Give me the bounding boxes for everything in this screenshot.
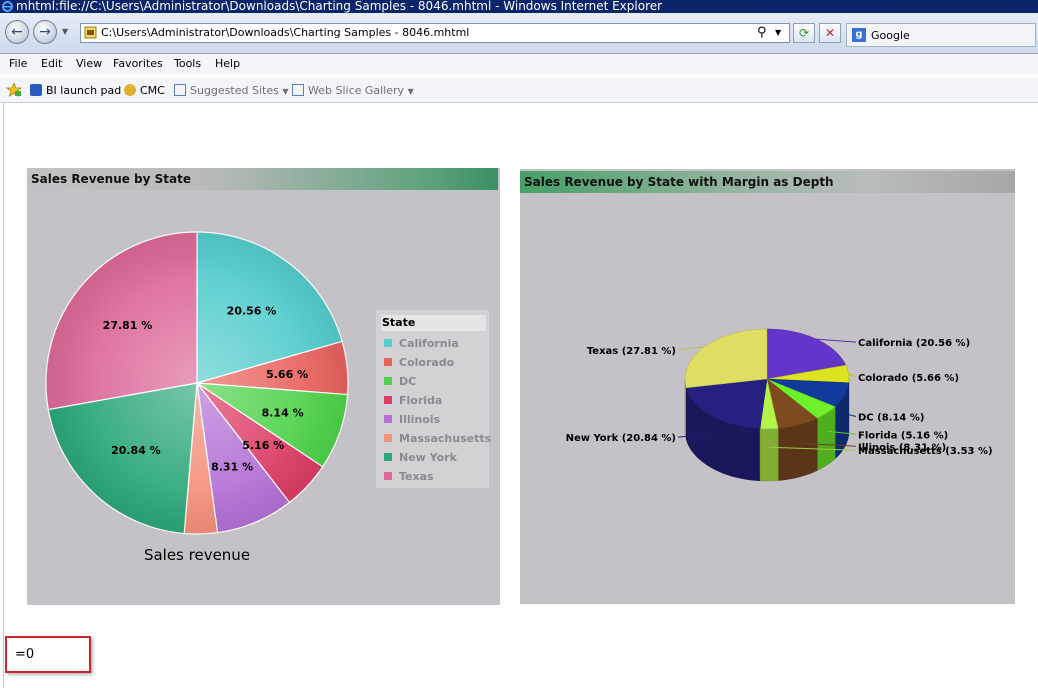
- search-provider: Google: [871, 29, 910, 42]
- pie-chart-3d: California (20.56 %) Colorado (5.66 %) DC …: [566, 328, 993, 482]
- leader-line: [677, 346, 705, 351]
- legend-label: Massachusetts: [399, 432, 492, 445]
- legend-swatch: [384, 358, 392, 366]
- refresh-icon: ⟳: [798, 26, 810, 40]
- back-button[interactable]: ←: [5, 20, 29, 44]
- menu-bar: File Edit View Favorites Tools Help: [0, 54, 1038, 74]
- search-icon[interactable]: ⚲: [757, 25, 767, 40]
- legend-item-new-york[interactable]: New York: [384, 451, 457, 464]
- legend-label: Texas: [399, 470, 434, 483]
- history-dropdown-icon[interactable]: ▼: [62, 27, 68, 36]
- data-label-florida: 5.16 %: [242, 439, 284, 452]
- chart-legend: State California Colorado DC Florida Illinoi…: [376, 310, 491, 488]
- data-label-california: California (20.56 %): [858, 338, 970, 349]
- bi-launch-pad-icon: [30, 84, 42, 96]
- legend-item-illinois[interactable]: Illinois: [384, 413, 440, 426]
- address-dropdown-icon[interactable]: ▼: [775, 28, 781, 37]
- ie-page-icon: [292, 84, 304, 96]
- legend-swatch: [384, 472, 392, 480]
- data-label-new-york: New York (20.84 %): [566, 433, 676, 444]
- legend-title: State: [381, 315, 486, 331]
- stop-button[interactable]: ✕: [819, 23, 841, 43]
- favorite-suggested-sites[interactable]: Suggested Sites ▼: [174, 84, 288, 97]
- address-bar[interactable]: C:\Users\Administrator\Downloads\Chartin…: [80, 23, 790, 43]
- data-label-texas: Texas (27.81 %): [587, 346, 676, 357]
- ie-logo-icon: [2, 1, 13, 12]
- data-label-texas: 27.81 %: [103, 319, 153, 332]
- legend-label: DC: [399, 375, 417, 388]
- legend-label: New York: [399, 451, 457, 464]
- menu-help[interactable]: Help: [215, 57, 240, 70]
- legend-label: Florida: [399, 394, 443, 407]
- menu-edit[interactable]: Edit: [41, 57, 62, 70]
- legend-label: Illinois: [399, 413, 441, 426]
- legend-item-massachusetts[interactable]: Massachusetts: [384, 432, 491, 445]
- data-label-illinois: 8.31 %: [211, 461, 253, 474]
- leader-line: [816, 338, 857, 343]
- window-title-bar: mhtml:file://C:\Users\Administrator\Down…: [0, 0, 1038, 13]
- formula-cell[interactable]: =0: [5, 636, 91, 673]
- google-icon: g: [852, 28, 866, 42]
- legend-item-texas[interactable]: Texas: [384, 470, 434, 483]
- page-icon: [84, 26, 97, 39]
- legend-item-florida[interactable]: Florida: [384, 394, 442, 407]
- back-arrow-icon: ←: [11, 24, 23, 40]
- legend-label: California: [399, 337, 459, 350]
- legend-swatch: [384, 415, 392, 423]
- stop-icon: ✕: [824, 26, 836, 40]
- menu-favorites[interactable]: Favorites: [113, 57, 163, 70]
- legend-item-california[interactable]: California: [384, 337, 459, 350]
- pie-side-massachusetts[interactable]: [759, 428, 779, 482]
- favorites-star-icon[interactable]: [5, 81, 23, 97]
- search-box[interactable]: g Google: [846, 23, 1036, 47]
- page-divider: [3, 103, 4, 688]
- favorite-web-slice-gallery[interactable]: Web Slice Gallery ▼: [292, 84, 414, 97]
- legend-swatch: [384, 396, 392, 404]
- ie-page-icon: [174, 84, 186, 96]
- chevron-down-icon: ▼: [282, 87, 289, 96]
- data-label-florida: Florida (5.16 %): [858, 430, 948, 441]
- favorites-bar: BI launch pad CMC Suggested Sites ▼ Web …: [0, 78, 1038, 103]
- chevron-down-icon: ▼: [407, 87, 414, 96]
- formula-value: =0: [15, 647, 35, 662]
- favorite-bi-launch-pad[interactable]: BI launch pad: [30, 84, 121, 97]
- cmc-icon: [124, 84, 136, 96]
- data-label-new-york: 20.84 %: [111, 444, 161, 457]
- legend-swatch: [384, 453, 392, 461]
- leader-line: [848, 373, 857, 378]
- legend-swatch: [384, 339, 392, 347]
- forward-button[interactable]: →: [33, 20, 57, 44]
- menu-tools[interactable]: Tools: [174, 57, 201, 70]
- data-label-massachusetts: Massachusetts (3.53 %): [858, 446, 993, 457]
- favorite-cmc[interactable]: CMC: [124, 84, 165, 97]
- legend-swatch: [384, 377, 392, 385]
- legend-item-colorado[interactable]: Colorado: [384, 356, 454, 369]
- legend-label: Colorado: [399, 356, 455, 369]
- sales-revenue-margin-depth-chart: Sales Revenue by State with Margin as De…: [520, 169, 1015, 604]
- sales-revenue-by-state-chart: Sales Revenue by State 20.56 % 5.66 % 8.14…: [27, 168, 500, 605]
- refresh-button[interactable]: ⟳: [793, 23, 815, 43]
- data-label-dc: DC (8.14 %): [858, 413, 924, 424]
- legend-swatch: [384, 434, 392, 442]
- data-label-dc: 8.14 %: [262, 407, 304, 420]
- window-title: mhtml:file://C:\Users\Administrator\Down…: [16, 0, 663, 13]
- navigation-bar: ← → ▼ C:\Users\Administrator\Downloads\C…: [0, 13, 1038, 54]
- x-axis-label: Sales revenue: [144, 546, 250, 564]
- data-label-colorado: Colorado (5.66 %): [858, 373, 959, 384]
- address-url: C:\Users\Administrator\Downloads\Chartin…: [101, 26, 470, 39]
- forward-arrow-icon: →: [39, 24, 51, 40]
- data-label-colorado: 5.66 %: [266, 368, 308, 381]
- pie-slice-texas[interactable]: [684, 328, 768, 389]
- menu-file[interactable]: File: [9, 57, 27, 70]
- legend-item-dc[interactable]: DC: [384, 375, 416, 388]
- menu-view[interactable]: View: [76, 57, 102, 70]
- data-label-california: 20.56 %: [227, 305, 277, 318]
